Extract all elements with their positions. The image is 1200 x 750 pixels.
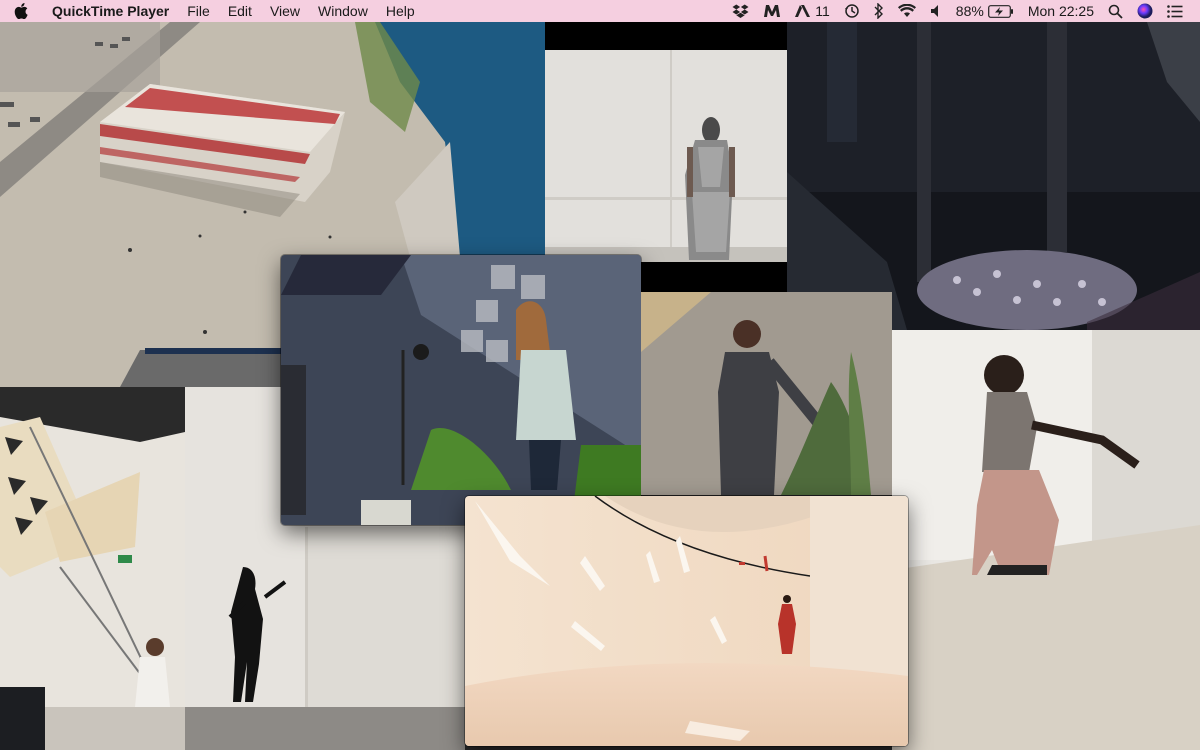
spotlight-search-icon[interactable] [1101,4,1130,19]
suited-man-video[interactable] [641,292,892,495]
microphone-performer-video[interactable] [281,255,641,525]
file-menu[interactable]: File [178,0,219,22]
app-name-menu[interactable]: QuickTime Player [42,3,178,19]
battery-percent: 88% [955,3,984,19]
window-menu[interactable]: Window [309,0,377,22]
view-menu[interactable]: View [261,0,309,22]
siri-icon[interactable] [1130,3,1160,19]
dropbox-icon[interactable] [725,4,756,19]
help-menu[interactable]: Help [377,0,424,22]
menu-bar: QuickTime Player File Edit View Window H… [0,0,1200,22]
crouching-man-video[interactable] [892,330,1200,750]
battery-charging-icon [987,4,1013,18]
apple-menu-icon[interactable] [0,3,42,19]
clock[interactable]: Mon 22:25 [1021,0,1101,22]
time-machine-icon[interactable] [837,3,867,19]
wifi-icon[interactable] [891,4,923,18]
adobe-creative-cloud-icon[interactable]: 11 [788,0,837,22]
kite-installation-video[interactable] [0,387,185,750]
dark-night-video[interactable] [787,22,1200,330]
adobe-count: 11 [815,3,830,19]
metallic-dress-video[interactable] [545,22,787,292]
mendeley-m-icon[interactable] [756,4,788,18]
notification-center-icon[interactable] [1160,4,1190,18]
battery-status[interactable]: 88% [949,0,1021,22]
edit-menu[interactable]: Edit [219,0,261,22]
curved-gallery-video[interactable] [465,496,908,746]
volume-icon[interactable] [923,4,949,18]
bluetooth-icon[interactable] [867,3,891,19]
